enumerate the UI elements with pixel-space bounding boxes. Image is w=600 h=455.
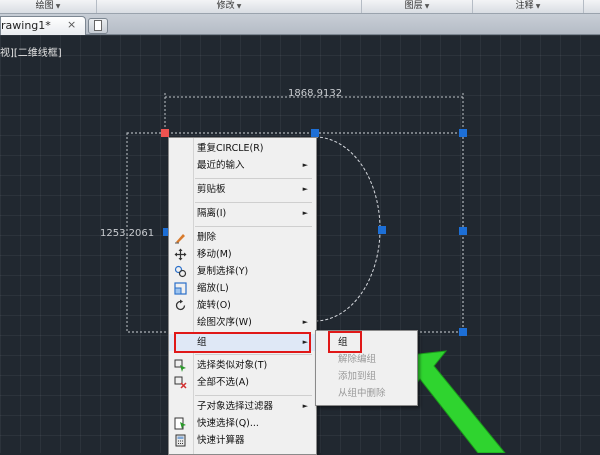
menu-item-quick-calc[interactable]: 快速计算器 [169, 432, 316, 449]
submenu-item-ungroup[interactable]: 解除编组 [316, 351, 417, 368]
submenu-item-add-to-group[interactable]: 添加到组 [316, 368, 417, 385]
menu-separator [195, 395, 312, 396]
menu-item-label: 重复CIRCLE(R) [197, 143, 264, 154]
menu-item-label: 选择类似对象(T) [197, 360, 268, 371]
menu-item-move[interactable]: 移动(M) [169, 246, 316, 263]
menu-item-label: 最近的输入 [197, 160, 245, 171]
grip[interactable] [459, 129, 467, 137]
scale-icon [174, 282, 187, 295]
move-icon [174, 248, 187, 261]
menu-separator [195, 202, 312, 203]
context-menu: 重复CIRCLE(R) 最近的输入 ► 剪贴板 ► 隔离(I) ► 删除 移动(… [168, 137, 317, 455]
menu-item-label: 快速计算器 [197, 435, 245, 446]
grip[interactable] [378, 226, 386, 234]
highlight-box-group-subitem [328, 331, 362, 353]
menu-item-label: 隔离(I) [197, 208, 227, 219]
dimension-text-vertical: 1253.2061 [100, 228, 155, 239]
hot-grip[interactable] [161, 129, 169, 137]
menu-item-quick-select[interactable]: 快速选择(Q)... [169, 415, 316, 432]
menu-item-select-similar[interactable]: 选择类似对象(T) [169, 357, 316, 374]
rotate-icon [175, 299, 186, 311]
menu-item-label: 旋转(O) [197, 300, 231, 311]
grip[interactable] [459, 328, 467, 336]
menu-item-copy-selection[interactable]: 复制选择(Y) [169, 263, 316, 280]
menu-item-label: 移动(M) [197, 249, 232, 260]
menu-item-draw-order[interactable]: 绘图次序(W) ► [169, 314, 316, 331]
quick-select-icon [174, 417, 186, 430]
chevron-right-icon: ► [302, 185, 308, 193]
menu-separator [195, 178, 312, 179]
submenu-item-label: 从组中删除 [338, 388, 386, 399]
menu-separator [195, 354, 312, 355]
menu-item-label: 复制选择(Y) [197, 266, 249, 277]
chevron-right-icon: ► [302, 209, 308, 217]
menu-item-label: 删除 [197, 232, 217, 243]
menu-item-subobject-filter[interactable]: 子对象选择过滤器 ► [169, 398, 316, 415]
submenu-item-label: 添加到组 [338, 371, 377, 382]
deselect-all-icon [174, 376, 187, 389]
chevron-right-icon: ► [302, 318, 308, 326]
menu-item-erase[interactable]: 删除 [169, 229, 316, 246]
selected-arc[interactable] [314, 136, 381, 322]
menu-item-label: 全部不选(A) [197, 377, 249, 388]
highlight-box-group-item [174, 332, 311, 353]
menu-item-deselect-all[interactable]: 全部不选(A) [169, 374, 316, 391]
menu-item-scale[interactable]: 缩放(L) [169, 280, 316, 297]
menu-item-label: 缩放(L) [197, 283, 229, 294]
chevron-right-icon: ► [302, 402, 308, 410]
menu-item-recent-input[interactable]: 最近的输入 ► [169, 157, 316, 174]
grip[interactable] [311, 129, 319, 137]
menu-item-label: 子对象选择过滤器 [197, 401, 274, 412]
menu-item-isolate[interactable]: 隔离(I) ► [169, 205, 316, 222]
select-similar-icon [174, 359, 186, 372]
menu-item-rotate[interactable]: 旋转(O) [169, 297, 316, 314]
dimension-text-horizontal: 1868.9132 [288, 88, 343, 99]
chevron-right-icon: ► [302, 161, 308, 169]
menu-item-clipboard[interactable]: 剪贴板 ► [169, 181, 316, 198]
copy-icon [174, 265, 187, 278]
menu-item-repeat-circle[interactable]: 重复CIRCLE(R) [169, 140, 316, 157]
submenu-item-remove-from-group[interactable]: 从组中删除 [316, 385, 417, 402]
submenu-item-label: 解除编组 [338, 354, 377, 365]
grip[interactable] [459, 227, 467, 235]
calculator-icon [175, 434, 186, 447]
eraser-icon [175, 234, 185, 244]
menu-separator [195, 226, 312, 227]
menu-item-label: 绘图次序(W) [197, 317, 252, 328]
menu-item-label: 快速选择(Q)... [197, 418, 259, 429]
menu-item-label: 剪贴板 [197, 184, 226, 195]
